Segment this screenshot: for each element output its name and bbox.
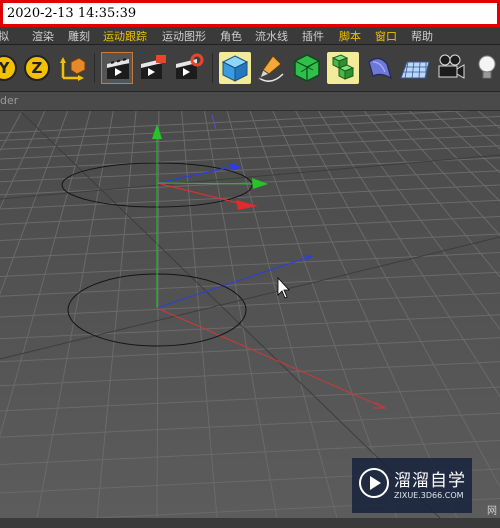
- array-generator-icon: [331, 54, 355, 80]
- toolbar-separator: [94, 53, 95, 83]
- watermark-url: ZIXUE.3D66.COM: [394, 491, 464, 500]
- light-bulb-icon: [478, 55, 496, 79]
- lock-axis-y-button[interactable]: Y: [0, 52, 20, 84]
- menu-sculpt[interactable]: 雕刻: [68, 28, 90, 44]
- menubar: 模拟 渲染 雕刻 运动跟踪 运动图形 角色 流水线 插件 脚本 窗口 帮助: [0, 27, 500, 45]
- axis-z-label: Z: [32, 59, 43, 77]
- array-generator-button[interactable]: [327, 52, 359, 84]
- status-footer: [0, 518, 500, 528]
- render-picture-viewer-icon: [141, 55, 166, 79]
- subdivision-surface-icon: [294, 54, 320, 82]
- menu-motion-tracking[interactable]: 运动跟踪: [103, 28, 147, 44]
- floor-plane-icon: [400, 61, 430, 79]
- menu-plugins[interactable]: 插件: [302, 28, 324, 44]
- floor-plane-button[interactable]: [399, 52, 431, 84]
- viewport-canvas[interactable]: [0, 111, 500, 518]
- watermark-brand: 溜溜自学: [394, 471, 466, 491]
- menu-mograph[interactable]: 运动图形: [162, 28, 206, 44]
- deformer-bend-icon: [368, 57, 392, 80]
- menu-simulate[interactable]: 模拟: [0, 28, 9, 44]
- menu-help[interactable]: 帮助: [411, 28, 433, 44]
- subdivision-surface-button[interactable]: [291, 52, 323, 84]
- timestamp-overlay: 2020-2-13 14:35:39: [0, 0, 500, 27]
- pen-spline-button[interactable]: [255, 52, 287, 84]
- viewport-header-label: der: [0, 94, 19, 107]
- render-view-button[interactable]: [101, 52, 133, 84]
- lock-axis-z-icon: Z: [24, 55, 50, 81]
- camera-icon: [438, 54, 465, 79]
- lock-axis-z-button[interactable]: Z: [21, 52, 53, 84]
- coordinate-system-button[interactable]: [57, 52, 89, 84]
- render-view-icon: [107, 58, 129, 79]
- watermark: 溜溜自学 ZIXUE.3D66.COM: [352, 458, 472, 513]
- toolbar: Y Z: [0, 45, 500, 92]
- edge-label: 网: [487, 506, 497, 517]
- camera-button[interactable]: [435, 52, 467, 84]
- menu-render[interactable]: 渲染: [32, 28, 54, 44]
- perspective-viewport[interactable]: [0, 111, 500, 518]
- axis-y-label: Y: [0, 59, 11, 77]
- cube-primitive-icon: [221, 55, 249, 82]
- light-bulb-button[interactable]: [471, 52, 500, 84]
- pen-spline-icon: [258, 55, 284, 82]
- menu-script[interactable]: 脚本: [339, 28, 361, 44]
- timestamp-text: 2020-2-13 14:35:39: [7, 6, 137, 21]
- cube-primitive-button[interactable]: [219, 52, 251, 84]
- render-settings-icon: [176, 53, 204, 79]
- menu-window[interactable]: 窗口: [375, 28, 397, 44]
- watermark-logo-icon: [359, 468, 389, 498]
- render-picture-viewer-button[interactable]: [137, 52, 169, 84]
- toolbar-separator: [212, 53, 213, 83]
- menu-character[interactable]: 角色: [220, 28, 242, 44]
- lock-axis-y-icon: Y: [0, 55, 17, 81]
- coordinate-system-icon: [60, 57, 86, 81]
- deformer-bend-button[interactable]: [363, 52, 395, 84]
- menu-pipeline[interactable]: 流水线: [255, 28, 288, 44]
- viewport-header: der: [0, 92, 500, 111]
- render-settings-button[interactable]: [173, 52, 205, 84]
